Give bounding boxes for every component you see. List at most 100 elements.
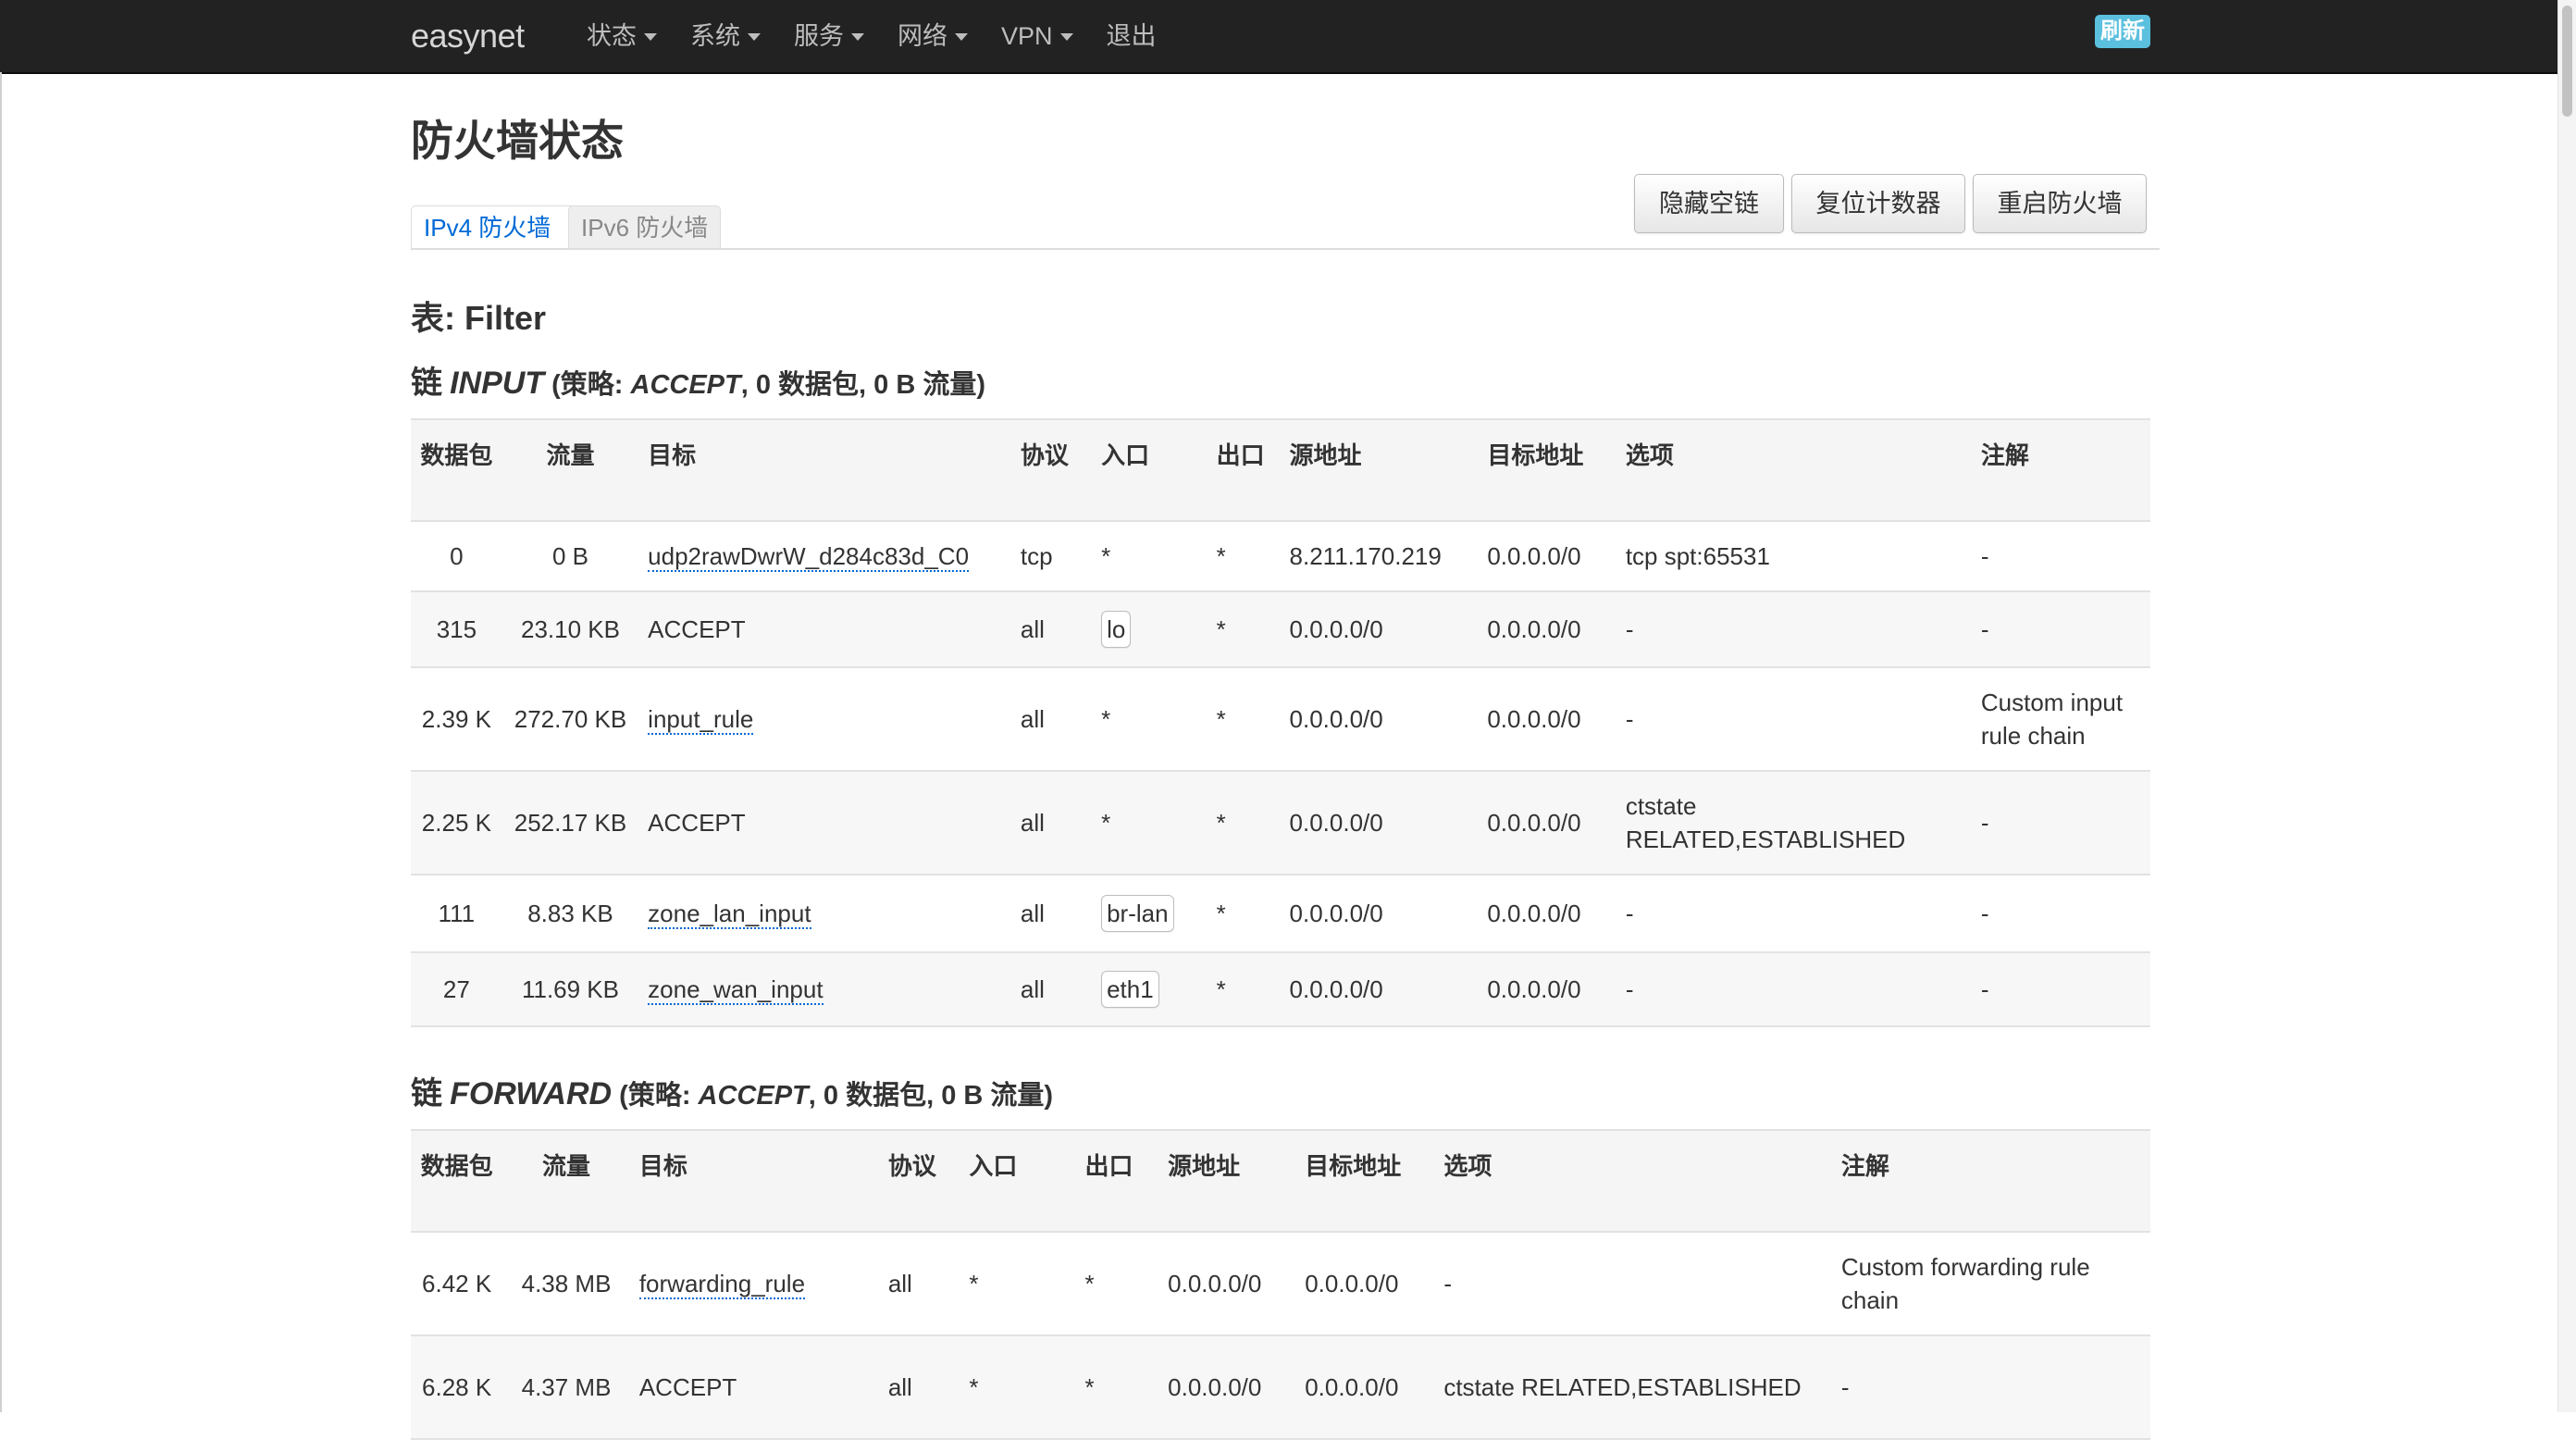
refresh-badge[interactable]: 刷新 [2095, 15, 2150, 48]
cell-destination: 0.0.0.0/0 [1478, 952, 1616, 1027]
col-header-out: 出口 [1075, 1129, 1159, 1233]
target-chain-link[interactable]: udp2rawDwrW_d284c83d_C0 [648, 542, 970, 572]
cell-target: input_rule [638, 667, 1011, 772]
cell-options: - [1434, 1232, 1832, 1336]
cell-packets: 0 [411, 521, 502, 592]
menu-services[interactable]: 服务 [794, 13, 864, 59]
cell-in: * [1092, 521, 1208, 592]
cell-out: * [1207, 771, 1281, 875]
cell-in: lo [1092, 591, 1208, 668]
cell-packets: 6.28 K [411, 1335, 503, 1440]
vertical-scrollbar[interactable] [2557, 0, 2576, 1412]
menu-vpn[interactable]: VPN [1001, 13, 1073, 59]
cell-protocol: all [878, 1335, 960, 1440]
table-row: 2.25 K 252.17 KB ACCEPT all * * 0.0.0.0/… [411, 771, 2150, 875]
cell-source: 0.0.0.0/0 [1158, 1335, 1296, 1440]
target-chain-link[interactable]: input_rule [648, 705, 754, 735]
caret-down-icon [1059, 33, 1073, 41]
chain-policy: ACCEPT [630, 370, 741, 400]
cell-packets: 315 [411, 591, 502, 668]
col-header-bytes: 流量 [502, 1129, 630, 1233]
col-header-destination: 目标地址 [1295, 1129, 1435, 1233]
cell-destination: 0.0.0.0/0 [1478, 771, 1616, 875]
page-title: 防火墙状态 [411, 117, 624, 165]
menu-label: 状态 [587, 22, 637, 50]
cell-bytes: 4.37 MB [502, 1335, 630, 1440]
cell-source: 0.0.0.0/0 [1158, 1232, 1296, 1336]
target-chain-link[interactable]: zone_wan_input [648, 975, 824, 1005]
cell-options: tcp spt:65531 [1616, 521, 1972, 592]
cell-destination: 0.0.0.0/0 [1478, 521, 1616, 592]
chain-forward-heading: 链 FORWARD (策略: ACCEPT, 0 数据包, 0 B 流量) [411, 1075, 1053, 1114]
table-row: 2.39 K 272.70 KB input_rule all * * 0.0.… [411, 667, 2150, 772]
cell-bytes: 252.17 KB [502, 771, 639, 875]
cell-target: ACCEPT [638, 771, 1011, 875]
cell-packets: 2.39 K [411, 667, 502, 772]
restart-firewall-button[interactable]: 重启防火墙 [1973, 174, 2147, 233]
cell-comment: - [1971, 771, 2150, 875]
interface-badge[interactable]: eth1 [1101, 971, 1159, 1008]
cell-protocol: all [1010, 952, 1093, 1027]
col-header-comment: 注解 [1831, 1129, 2150, 1233]
menu-label: VPN [1001, 22, 1053, 50]
table-row: 6.42 K 4.38 MB forwarding_rule all * * 0… [411, 1232, 2150, 1336]
cell-comment: - [1971, 591, 2150, 668]
table-header-row: 数据包 流量 目标 协议 入口 出口 源地址 目标地址 选项 注解 [411, 418, 2150, 522]
menu-status[interactable]: 状态 [587, 13, 657, 59]
tab-ipv6-firewall[interactable]: IPv6 防火墙 [568, 205, 722, 250]
brand-logo[interactable]: easynet [411, 13, 525, 59]
cell-destination: 0.0.0.0/0 [1478, 667, 1616, 772]
cell-bytes: 4.38 MB [502, 1232, 630, 1336]
cell-in: * [1092, 771, 1208, 875]
target-chain-link[interactable]: zone_lan_input [648, 900, 811, 929]
cell-target: ACCEPT [638, 591, 1011, 668]
col-header-target: 目标 [629, 1129, 879, 1233]
col-header-protocol: 协议 [1010, 418, 1093, 522]
chain-name: FORWARD [450, 1076, 613, 1111]
chain-policy-label: (策略: [551, 370, 624, 400]
col-header-packets: 数据包 [411, 1129, 503, 1233]
cell-source: 0.0.0.0/0 [1280, 667, 1479, 772]
chain-prefix: 链 [411, 366, 442, 401]
top-navbar: easynet 状态 系统 服务 网络 VPN 退出 刷新 [0, 0, 2557, 74]
cell-source: 0.0.0.0/0 [1280, 875, 1479, 953]
cell-in: * [960, 1232, 1076, 1336]
cell-out: * [1207, 521, 1281, 592]
tabs-divider [411, 248, 2160, 250]
menu-label: 退出 [1106, 22, 1157, 50]
cell-target: zone_lan_input [638, 875, 1011, 953]
cell-bytes: 11.69 KB [502, 952, 639, 1027]
col-header-source: 源地址 [1158, 1129, 1296, 1233]
cell-options: - [1616, 591, 1972, 668]
interface-badge[interactable]: br-lan [1101, 895, 1174, 932]
cell-source: 0.0.0.0/0 [1280, 591, 1479, 668]
cell-target: forwarding_rule [629, 1232, 879, 1336]
col-header-destination: 目标地址 [1478, 418, 1616, 522]
chain-prefix: 链 [411, 1076, 442, 1111]
target-chain-link[interactable]: forwarding_rule [638, 1270, 806, 1299]
col-header-packets: 数据包 [411, 418, 502, 522]
menu-logout[interactable]: 退出 [1107, 13, 1157, 59]
cell-packets: 6.42 K [411, 1232, 503, 1336]
cell-options: ctstate RELATED,ESTABLISHED [1616, 771, 1972, 875]
table-row: 0 0 B udp2rawDwrW_d284c83d_C0 tcp * * 8.… [411, 521, 2150, 592]
scrollbar-thumb[interactable] [2562, 6, 2572, 117]
menu-network[interactable]: 网络 [898, 13, 968, 59]
cell-source: 0.0.0.0/0 [1280, 952, 1479, 1027]
table-row: 6.28 K 4.37 MB ACCEPT all * * 0.0.0.0/0 … [411, 1335, 2150, 1440]
reset-counters-button[interactable]: 复位计数器 [1791, 174, 1965, 233]
cell-comment: - [1971, 521, 2150, 592]
hide-empty-chains-button[interactable]: 隐藏空链 [1634, 174, 1784, 233]
cell-comment: - [1971, 952, 2150, 1027]
col-header-bytes: 流量 [502, 418, 639, 522]
cell-destination: 0.0.0.0/0 [1478, 591, 1616, 668]
cell-protocol: all [1010, 771, 1093, 875]
window-edge [0, 72, 2, 1412]
cell-destination: 0.0.0.0/0 [1478, 875, 1616, 953]
interface-badge[interactable]: lo [1101, 611, 1132, 648]
menu-system[interactable]: 系统 [690, 13, 761, 59]
cell-options: - [1616, 667, 1972, 772]
cell-packets: 27 [411, 952, 502, 1027]
cell-in: * [960, 1335, 1076, 1440]
caret-down-icon [955, 33, 968, 41]
